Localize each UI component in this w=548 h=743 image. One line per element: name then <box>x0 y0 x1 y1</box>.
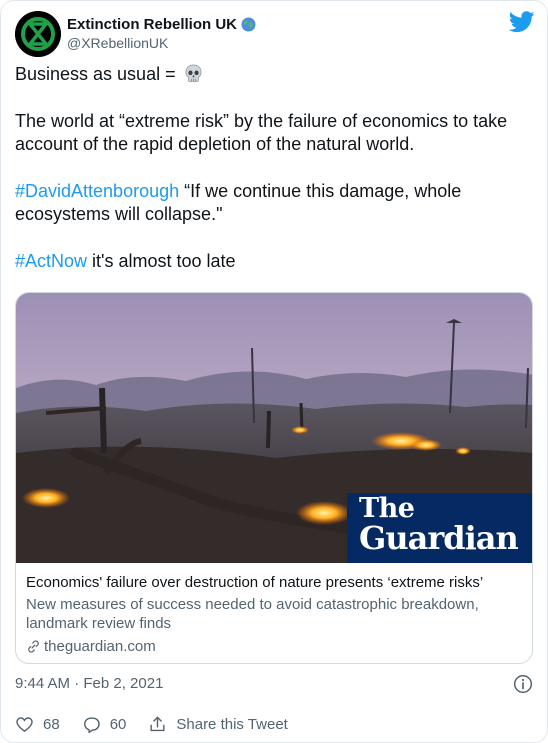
handle[interactable]: @XRebellionUK <box>67 34 256 53</box>
avatar[interactable] <box>15 11 61 57</box>
reply-button[interactable]: 60 <box>82 715 127 734</box>
tweet-header: Extinction Rebellion UK @XRebellionUK <box>15 11 535 59</box>
share-button[interactable]: Share this Tweet <box>148 715 288 734</box>
tweet-line-1: Business as usual = <box>15 63 531 87</box>
tweet-line-2: The world at “extreme risk” by the failu… <box>15 110 508 155</box>
link-title[interactable]: Economics' failure over destruction of n… <box>26 573 526 592</box>
link-preview-image[interactable]: The Guardian <box>16 293 532 563</box>
hashtag-act-now[interactable]: #ActNow <box>15 251 87 271</box>
twitter-bird-icon[interactable] <box>509 11 535 33</box>
guardian-logo-the: The <box>359 493 415 524</box>
display-name[interactable]: Extinction Rebellion UK <box>67 15 237 34</box>
tweet-line-4-text: it's almost too late <box>87 250 236 271</box>
tweet-line-1-text: Business as usual = <box>15 64 176 84</box>
tweet-line-3: #DavidAttenborough “If we continue this … <box>15 180 531 227</box>
heart-icon <box>16 716 33 732</box>
link-icon <box>28 640 39 653</box>
reply-icon <box>83 716 100 733</box>
hashtag-david-attenborough[interactable]: #DavidAttenborough <box>15 181 179 201</box>
tweet-text: Business as usual = The world at “extrem… <box>15 63 531 273</box>
guardian-logo: The Guardian <box>347 493 532 563</box>
tweet-actions: 68 60 Share this Tweet <box>15 713 310 735</box>
tweet-card: Extinction Rebellion UK @XRebellionUK Bu… <box>0 0 548 743</box>
share-icon <box>150 716 165 731</box>
tweet-timestamp[interactable]: 9:44 AM · Feb 2, 2021 <box>15 675 163 692</box>
reply-count: 60 <box>109 715 127 733</box>
skull-icon <box>185 64 202 82</box>
info-icon[interactable] <box>513 674 533 694</box>
extinction-symbol-icon <box>15 11 61 57</box>
author-names: Extinction Rebellion UK @XRebellionUK <box>67 15 256 53</box>
link-preview-meta: Economics' failure over destruction of n… <box>26 573 526 656</box>
globe-icon <box>241 17 256 32</box>
like-count: 68 <box>43 715 60 733</box>
link-domain-row: theguardian.com <box>26 637 526 656</box>
link-preview-card[interactable]: The Guardian Economics' failure over des… <box>15 292 533 664</box>
like-button[interactable]: 68 <box>15 715 60 734</box>
guardian-logo-name: Guardian <box>359 519 519 557</box>
link-description: New measures of success needed to avoid … <box>26 596 479 632</box>
link-domain[interactable]: theguardian.com <box>44 637 156 656</box>
share-label: Share this Tweet <box>176 715 288 733</box>
tweet-line-4: #ActNow it's almost too late <box>15 250 531 274</box>
